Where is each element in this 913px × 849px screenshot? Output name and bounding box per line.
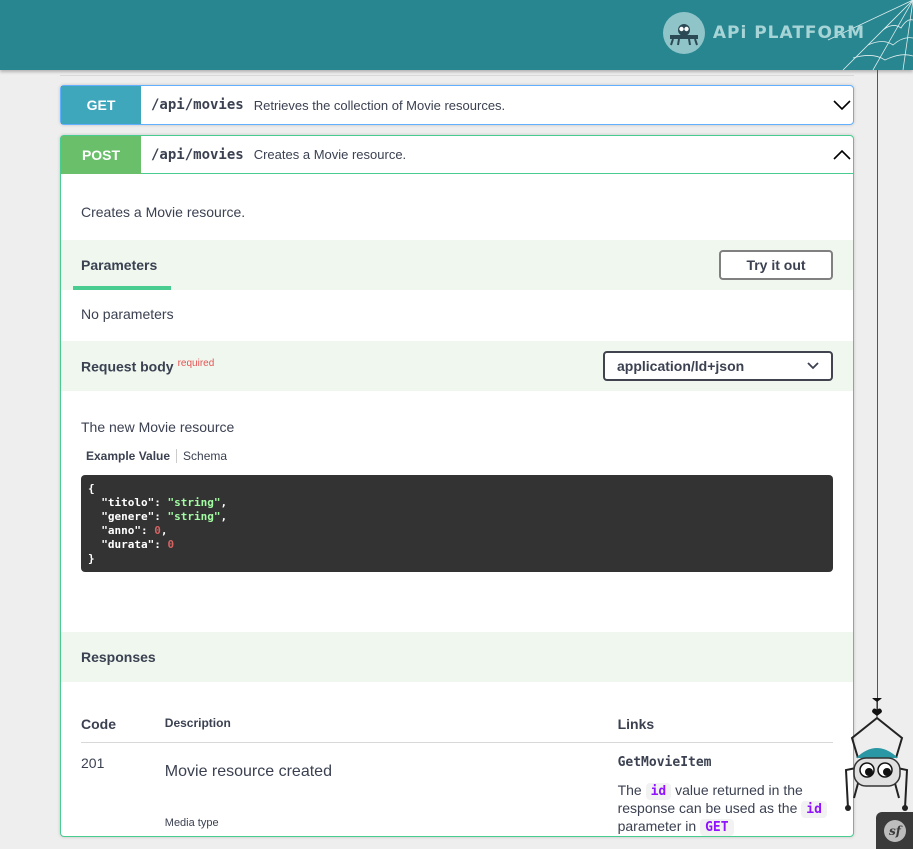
post-movies-operation: POST /api/movies Creates a Movie resourc… (60, 135, 854, 837)
response-description: Movie resource created (164, 763, 332, 780)
link-description: The id value returned in the response ca… (618, 782, 833, 836)
json-comma: , (220, 496, 228, 509)
json-comma: , (220, 510, 228, 523)
response-code: 201 (81, 755, 105, 771)
responses-header: Responses (61, 632, 853, 682)
code-chip-id: id (801, 801, 827, 818)
json-key: "anno" (101, 524, 141, 537)
json-key: "titolo" (101, 496, 155, 509)
get-movies-summary[interactable]: GET /api/movies Retrieves the collection… (61, 86, 853, 124)
request-body-label: Request body (81, 358, 174, 375)
example-tabs: Example Value Schema (86, 449, 833, 463)
spider-mascot-icon (844, 698, 909, 811)
divider (60, 75, 854, 76)
brand-text: APi PLATFORM (712, 23, 865, 43)
json-open-brace: { (88, 482, 95, 495)
symfony-logo-icon: sf (883, 819, 906, 842)
json-comma: , (160, 524, 168, 537)
main-content: GET /api/movies Retrieves the collection… (60, 70, 854, 837)
spider-thread (877, 70, 878, 710)
json-close-brace: } (88, 552, 95, 565)
api-platform-logo-icon (662, 12, 705, 54)
active-tab-indicator (73, 286, 171, 290)
svg-text:sf: sf (889, 824, 903, 838)
json-key: "genere" (101, 510, 155, 523)
responses-table-header: Code Description Links (81, 702, 833, 743)
tab-example-value[interactable]: Example Value (86, 449, 178, 463)
parameters-header: Parameters Try it out (61, 240, 853, 290)
response-description-cell: Movie resource created Media type (165, 755, 618, 836)
operation-summary: Creates a Movie resource. (253, 147, 407, 162)
link-text-part: The (617, 782, 642, 798)
post-movies-summary[interactable]: POST /api/movies Creates a Movie resourc… (61, 135, 853, 174)
json-value: 0 (167, 538, 175, 551)
operation-path: /api/movies (151, 146, 244, 163)
responses-table: Code Description Links 201 Movie resourc… (61, 682, 853, 836)
content-type-value: application/ld+json (617, 358, 745, 374)
content-type-select[interactable]: application/ld+json (603, 351, 833, 381)
try-it-out-button[interactable]: Try it out (719, 250, 833, 280)
top-bar: APi PLATFORM (0, 0, 913, 70)
request-body-description: The new Movie resource (81, 419, 235, 435)
link-text-part: parameter in (617, 818, 697, 834)
method-badge-get: GET (61, 86, 141, 124)
json-value: 0 (154, 524, 161, 537)
json-key: "durata" (101, 538, 155, 551)
link-name: GetMovieItem (617, 755, 712, 770)
request-body-header: Request body required application/ld+json (61, 341, 853, 391)
json-value: "string" (167, 496, 221, 509)
required-marker: required (177, 357, 215, 369)
request-body-content: The new Movie resource Example Value Sch… (61, 391, 853, 632)
json-value: "string" (167, 510, 221, 523)
chevron-up-icon[interactable] (833, 147, 851, 163)
header-code: Code (81, 716, 116, 732)
request-body-title: Request body required (81, 358, 214, 375)
parameters-tab[interactable]: Parameters (81, 257, 157, 273)
chevron-down-icon[interactable] (833, 97, 851, 113)
operation-summary: Retrieves the collection of Movie resour… (253, 97, 506, 113)
media-type-label: Media type (164, 817, 219, 829)
operation-path: /api/movies (151, 97, 244, 113)
table-row: 201 Movie resource created Media type Ge… (81, 743, 833, 836)
chevron-down-icon (807, 362, 819, 370)
response-links-cell: GetMovieItem The id value returned in th… (618, 755, 833, 836)
responses-title: Responses (81, 649, 156, 665)
get-movies-operation: GET /api/movies Retrieves the collection… (60, 85, 854, 125)
operation-description: Creates a Movie resource. (81, 204, 246, 220)
no-parameters-text: No parameters (81, 306, 174, 322)
tab-schema[interactable]: Schema (177, 449, 227, 463)
header-description: Description (164, 716, 231, 730)
header-links: Links (617, 716, 655, 732)
example-json-code[interactable]: { "titolo": "string", "genere": "string"… (81, 475, 833, 572)
method-badge-post: POST (61, 135, 141, 174)
code-chip-get: GET (700, 819, 734, 836)
code-chip-id: id (645, 783, 672, 800)
symfony-toolbar-button[interactable]: sf (876, 812, 913, 849)
brand[interactable]: APi PLATFORM (662, 12, 865, 54)
